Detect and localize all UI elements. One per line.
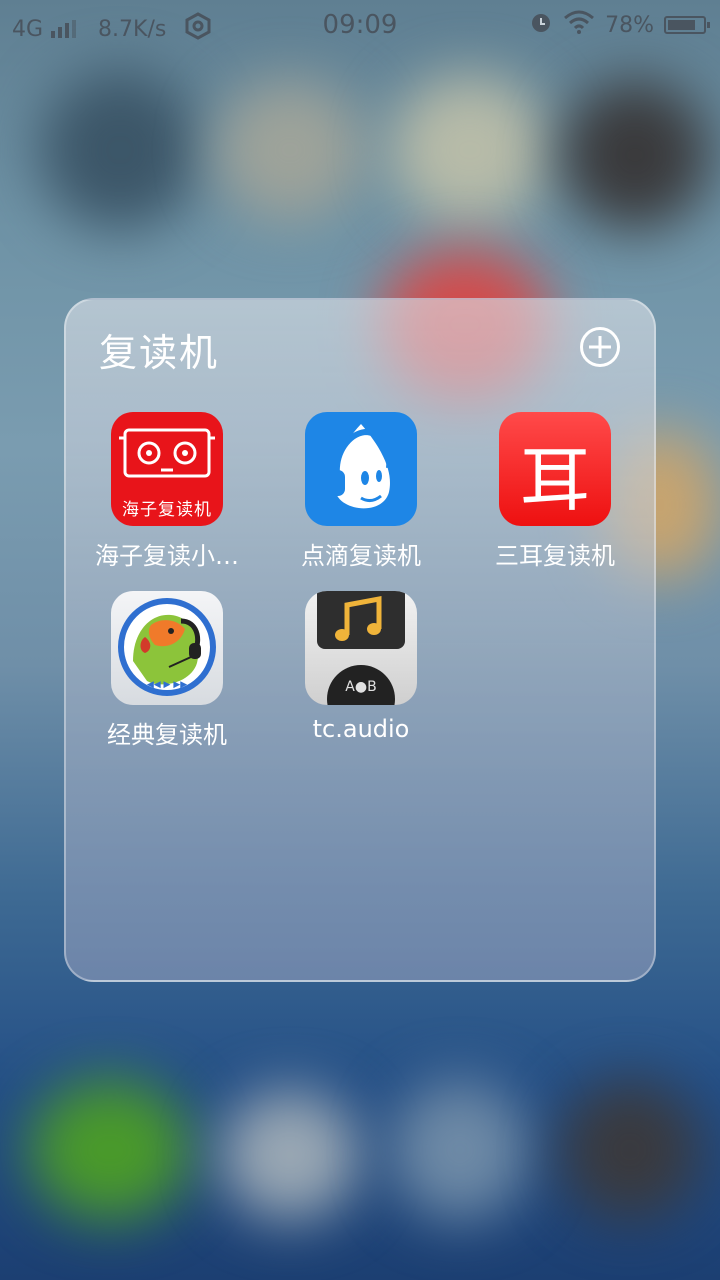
plus-circle-icon[interactable] <box>580 327 620 367</box>
app-label: 经典复读机 <box>107 721 227 749</box>
saner-icon: 耳 <box>499 412 611 526</box>
haizi-icon: 海子复读机 <box>111 412 223 526</box>
battery-fill <box>668 20 695 30</box>
wallpaper-blob <box>215 80 365 220</box>
parrot-icon: ◀◀ ▶ ▶▶ <box>111 591 223 705</box>
music-screen <box>317 591 405 649</box>
diandi-icon <box>305 412 417 526</box>
app-folder: 复读机 海子复读机 海子复读小… 点滴复读机 耳 三耳复读机 ◀◀ ▶ ▶▶ 经… <box>64 298 656 982</box>
app-diandi[interactable]: 点滴复读机 <box>266 412 456 571</box>
wallpaper-blob <box>220 1090 360 1220</box>
app-tc-audio[interactable]: A●B tc.audio <box>266 591 456 743</box>
wallpaper-blob <box>560 1080 700 1220</box>
ab-label: A●B <box>345 679 377 695</box>
folder-title[interactable]: 复读机 <box>99 322 219 377</box>
status-bar: 4G 8.7K/s 09:09 78% <box>0 0 720 50</box>
app-label: 点滴复读机 <box>301 542 421 570</box>
haizi-icon-text: 海子复读机 <box>122 500 212 520</box>
wallpaper-blob <box>390 75 550 225</box>
alarm-icon <box>529 10 553 40</box>
wallpaper-blob <box>560 80 710 230</box>
svg-text:◀◀ ▶ ▶▶: ◀◀ ▶ ▶▶ <box>147 680 187 690</box>
wallpaper-blob <box>40 70 200 230</box>
tc-audio-icon: A●B <box>305 591 417 705</box>
wifi-icon <box>563 10 595 40</box>
battery-percent: 78% <box>605 12 654 38</box>
app-saner[interactable]: 耳 三耳复读机 <box>460 412 650 571</box>
saner-icon-glyph: 耳 <box>520 439 590 521</box>
battery-icon <box>664 16 710 34</box>
app-haizi[interactable]: 海子复读机 海子复读小… <box>72 412 262 571</box>
app-label: tc.audio <box>312 715 410 743</box>
ab-disc: A●B <box>327 665 395 705</box>
app-label: 海子复读小… <box>95 542 239 570</box>
app-label: 三耳复读机 <box>495 542 615 570</box>
app-parrot[interactable]: ◀◀ ▶ ▶▶ 经典复读机 <box>72 591 262 750</box>
wallpaper-blob <box>390 1080 530 1220</box>
wallpaper-blob <box>30 1080 190 1220</box>
